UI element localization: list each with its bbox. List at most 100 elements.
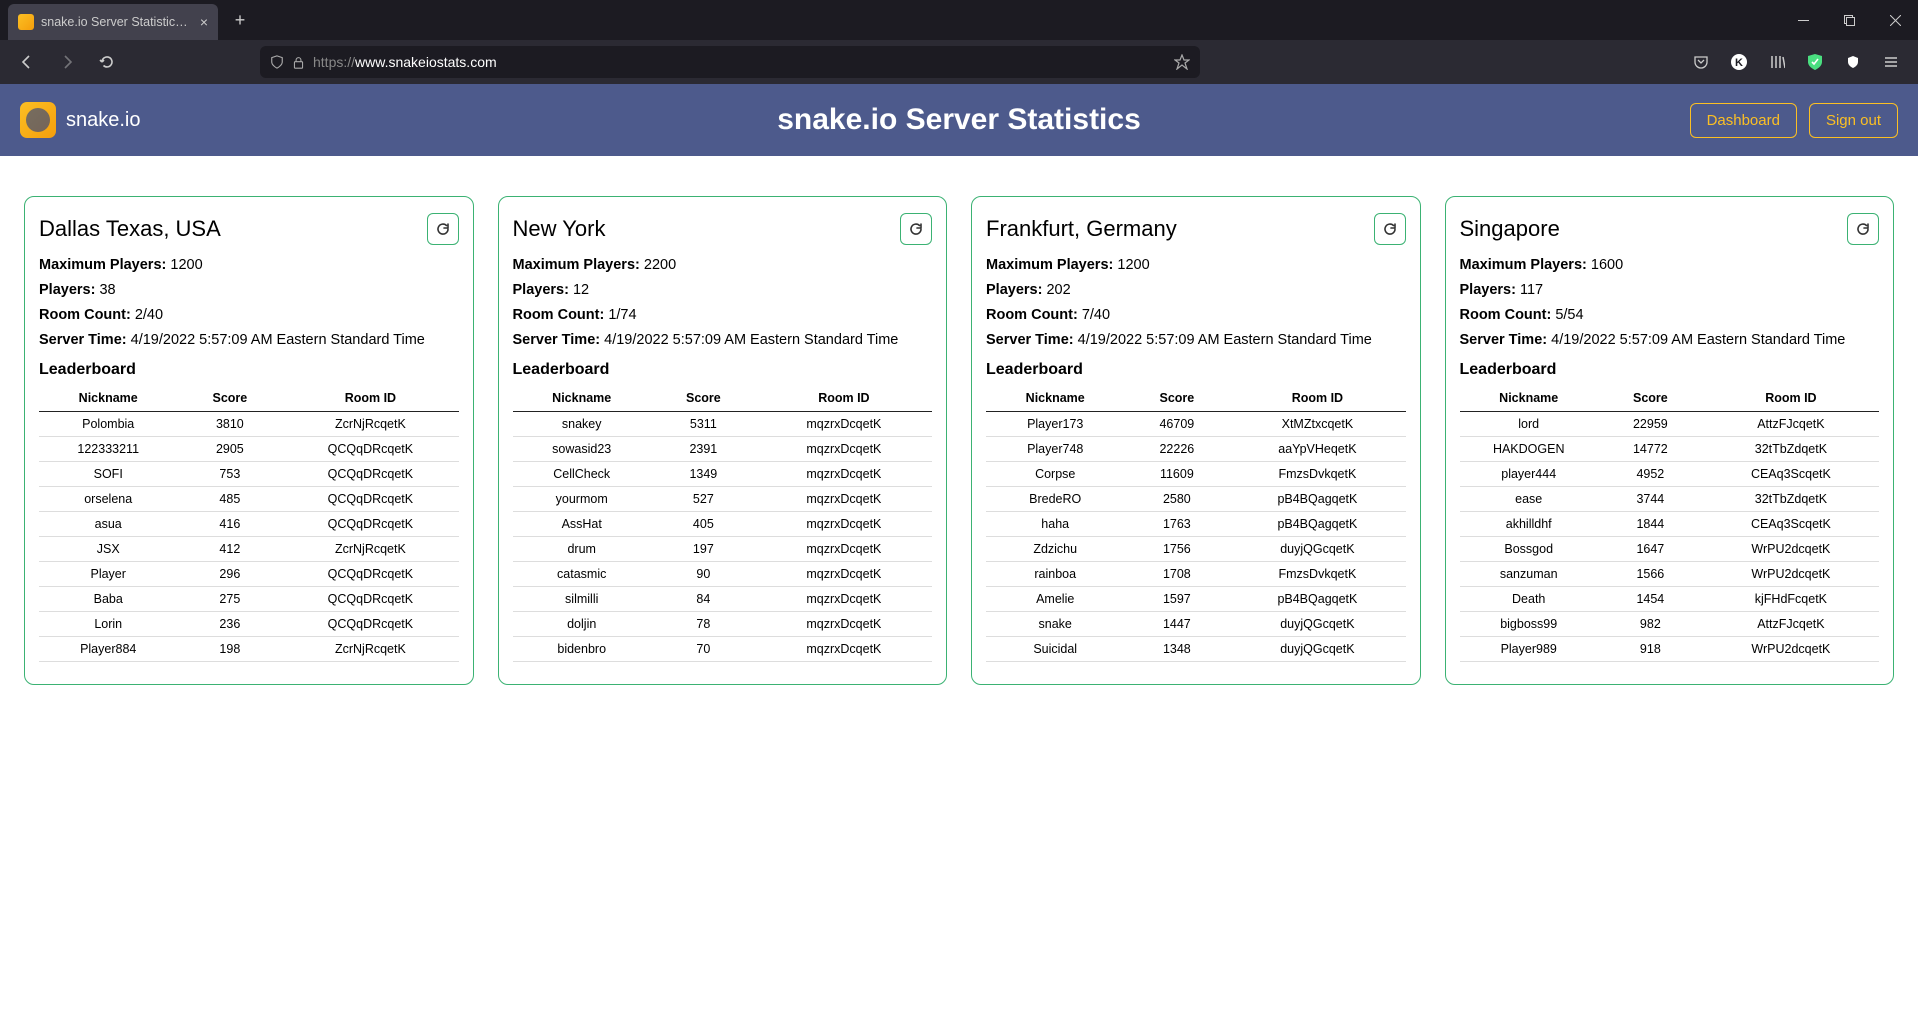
browser-chrome: snake.io Server Statistics | Home × + ht… [0, 0, 1918, 84]
lb-score: 84 [651, 587, 756, 612]
th-nickname: Nickname [39, 385, 177, 412]
close-window-button[interactable] [1872, 0, 1918, 40]
th-nickname: Nickname [513, 385, 651, 412]
table-row: Death 1454 kjFHdFcqetK [1460, 587, 1880, 612]
ublock-icon[interactable] [1836, 45, 1870, 79]
lb-room: ZcrNjRcqetK [282, 637, 458, 662]
stat-max-players: Maximum Players: 1200 [986, 255, 1406, 276]
library-icon[interactable] [1760, 45, 1794, 79]
lb-nickname: BredeRO [986, 487, 1124, 512]
stat-players: Players: 202 [986, 280, 1406, 301]
extension-k-icon[interactable]: K [1722, 45, 1756, 79]
lb-score: 1647 [1598, 537, 1703, 562]
lb-nickname: doljin [513, 612, 651, 637]
lb-nickname: orselena [39, 487, 177, 512]
table-row: AssHat 405 mqzrxDcqetK [513, 512, 933, 537]
maximize-button[interactable] [1826, 0, 1872, 40]
lb-score: 1566 [1598, 562, 1703, 587]
lb-nickname: akhilldhf [1460, 512, 1598, 537]
table-row: Player 296 QCQqDRcqetK [39, 562, 459, 587]
server-name: New York [513, 216, 901, 242]
th-room: Room ID [282, 385, 458, 412]
refresh-button[interactable] [427, 213, 459, 245]
lb-score: 527 [651, 487, 756, 512]
page-header: snake.io snake.io Server Statistics Dash… [0, 84, 1918, 156]
stat-max-players: Maximum Players: 1200 [39, 255, 459, 276]
lb-room: mqzrxDcqetK [756, 587, 932, 612]
lb-score: 982 [1598, 612, 1703, 637]
table-row: sowasid23 2391 mqzrxDcqetK [513, 437, 933, 462]
lb-nickname: AssHat [513, 512, 651, 537]
url-bar[interactable]: https://www.snakeiostats.com [260, 46, 1200, 78]
table-row: ease 3744 32tTbZdqetK [1460, 487, 1880, 512]
brand[interactable]: snake.io [20, 102, 141, 138]
table-row: bidenbro 70 mqzrxDcqetK [513, 637, 933, 662]
lb-room: AttzFJcqetK [1703, 412, 1879, 437]
stat-server-time: Server Time: 4/19/2022 5:57:09 AM Easter… [39, 330, 459, 351]
new-tab-button[interactable]: + [224, 4, 256, 36]
lb-score: 2580 [1124, 487, 1229, 512]
table-row: BredeRO 2580 pB4BQagqetK [986, 487, 1406, 512]
shield-green-icon[interactable] [1798, 45, 1832, 79]
lb-room: mqzrxDcqetK [756, 487, 932, 512]
lb-room: mqzrxDcqetK [756, 512, 932, 537]
tab-close-icon[interactable]: × [200, 14, 208, 30]
lb-room: QCQqDRcqetK [282, 487, 458, 512]
lb-score: 236 [177, 612, 282, 637]
back-button[interactable] [10, 45, 44, 79]
lb-score: 918 [1598, 637, 1703, 662]
th-room: Room ID [756, 385, 932, 412]
reload-button[interactable] [90, 45, 124, 79]
browser-tab[interactable]: snake.io Server Statistics | Home × [8, 4, 218, 40]
lb-room: QCQqDRcqetK [282, 437, 458, 462]
lb-score: 1763 [1124, 512, 1229, 537]
table-row: bigboss99 982 AttzFJcqetK [1460, 612, 1880, 637]
lb-room: CEAq3ScqetK [1703, 462, 1879, 487]
lb-nickname: snakey [513, 412, 651, 437]
lb-room: WrPU2dcqetK [1703, 537, 1879, 562]
titlebar: snake.io Server Statistics | Home × + [0, 0, 1918, 40]
signout-button[interactable]: Sign out [1809, 103, 1898, 138]
lb-room: aaYpVHeqetK [1229, 437, 1405, 462]
lb-room: XtMZtxcqetK [1229, 412, 1405, 437]
th-nickname: Nickname [986, 385, 1124, 412]
table-row: player444 4952 CEAq3ScqetK [1460, 462, 1880, 487]
table-row: snakey 5311 mqzrxDcqetK [513, 412, 933, 437]
lb-score: 46709 [1124, 412, 1229, 437]
table-row: catasmic 90 mqzrxDcqetK [513, 562, 933, 587]
lb-nickname: bigboss99 [1460, 612, 1598, 637]
stat-players: Players: 38 [39, 280, 459, 301]
lb-score: 275 [177, 587, 282, 612]
lb-score: 22959 [1598, 412, 1703, 437]
lb-nickname: haha [986, 512, 1124, 537]
lb-score: 1756 [1124, 537, 1229, 562]
table-row: 122333211 2905 QCQqDRcqetK [39, 437, 459, 462]
minimize-button[interactable] [1780, 0, 1826, 40]
lb-nickname: Player173 [986, 412, 1124, 437]
pocket-icon[interactable] [1684, 45, 1718, 79]
table-row: doljin 78 mqzrxDcqetK [513, 612, 933, 637]
bookmark-icon[interactable] [1174, 54, 1190, 70]
lb-nickname: Zdzichu [986, 537, 1124, 562]
stat-players: Players: 117 [1460, 280, 1880, 301]
lb-room: QCQqDRcqetK [282, 462, 458, 487]
th-score: Score [177, 385, 282, 412]
table-row: Player173 46709 XtMZtxcqetK [986, 412, 1406, 437]
menu-icon[interactable] [1874, 45, 1908, 79]
table-row: lord 22959 AttzFJcqetK [1460, 412, 1880, 437]
lb-room: 32tTbZdqetK [1703, 487, 1879, 512]
lb-nickname: snake [986, 612, 1124, 637]
refresh-button[interactable] [1847, 213, 1879, 245]
brand-logo-icon [20, 102, 56, 138]
lb-room: kjFHdFcqetK [1703, 587, 1879, 612]
server-card: Dallas Texas, USA Maximum Players: 1200 … [24, 196, 474, 685]
server-name: Singapore [1460, 216, 1848, 242]
leaderboard-table: Nickname Score Room ID Player173 46709 X… [986, 385, 1406, 662]
dashboard-button[interactable]: Dashboard [1690, 103, 1797, 138]
leaderboard-table: Nickname Score Room ID snakey 5311 mqzrx… [513, 385, 933, 662]
refresh-button[interactable] [1374, 213, 1406, 245]
lb-room: WrPU2dcqetK [1703, 637, 1879, 662]
stat-players: Players: 12 [513, 280, 933, 301]
refresh-button[interactable] [900, 213, 932, 245]
forward-button[interactable] [50, 45, 84, 79]
